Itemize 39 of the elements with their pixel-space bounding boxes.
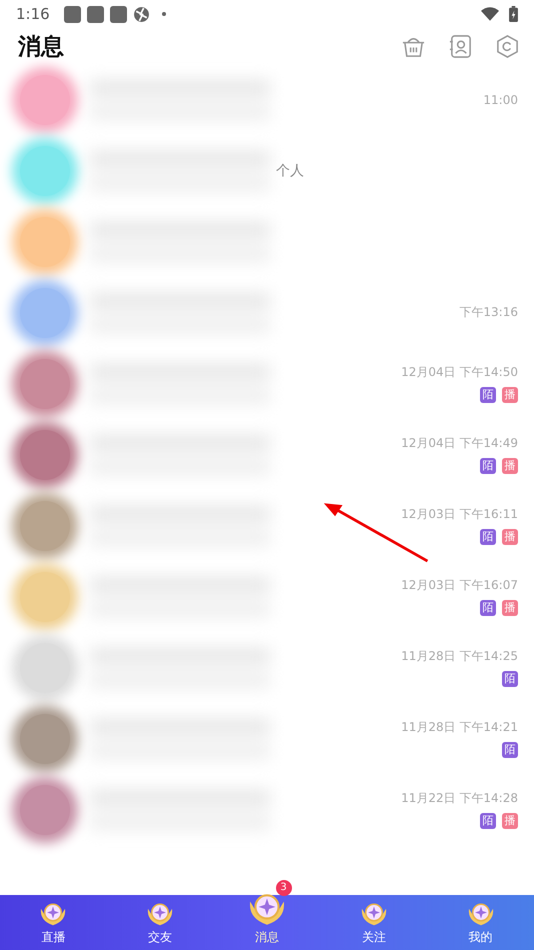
dot-icon <box>162 12 166 16</box>
tag: 陌 <box>480 600 496 616</box>
tag: 播 <box>502 813 518 829</box>
message-time: 11月28日 下午14:21 <box>401 719 518 736</box>
nav-tab[interactable]: 交友 <box>106 878 214 950</box>
message-time: 11:00 <box>483 92 518 106</box>
aperture-icon <box>132 6 150 22</box>
notification-icon <box>110 6 127 22</box>
message-time: 11月22日 下午14:28 <box>401 790 518 807</box>
notification-icon <box>86 6 104 22</box>
nav-tab[interactable]: 我的 <box>427 878 534 950</box>
tag: 陌 <box>480 387 496 403</box>
nav-tab[interactable]: 直播 <box>0 878 107 950</box>
tag: 陌 <box>480 813 496 829</box>
wifi-icon <box>481 6 499 22</box>
nav-tab[interactable]: 消息 3 <box>214 878 320 950</box>
status-time: 1:16 <box>16 5 50 23</box>
message-time: 12月04日 下午14:50 <box>401 364 518 381</box>
message-time: 下午13:16 <box>459 304 518 321</box>
battery-icon <box>509 6 518 22</box>
tag: 陌 <box>480 529 496 545</box>
nav-tab[interactable]: 关注 <box>320 878 428 950</box>
notification-icon <box>64 6 81 22</box>
tag: 播 <box>502 387 518 403</box>
message-time: 12月04日 下午14:49 <box>401 435 518 452</box>
tag: 陌 <box>502 671 518 687</box>
unread-count: 3 <box>276 880 292 896</box>
message-time: 12月03日 下午16:11 <box>401 506 518 523</box>
message-preview: 个人 <box>276 162 304 180</box>
page-title: 消息 <box>18 32 64 62</box>
settings-icon[interactable] <box>495 34 520 58</box>
contact-card-icon[interactable] <box>448 34 473 58</box>
message-time: 11月28日 下午14:25 <box>401 648 518 665</box>
tag: 陌 <box>502 742 518 758</box>
tag: 播 <box>502 458 518 474</box>
tag: 播 <box>502 600 518 616</box>
tag: 陌 <box>480 458 496 474</box>
tag: 播 <box>502 529 518 545</box>
message-time: 12月03日 下午16:07 <box>401 577 518 594</box>
